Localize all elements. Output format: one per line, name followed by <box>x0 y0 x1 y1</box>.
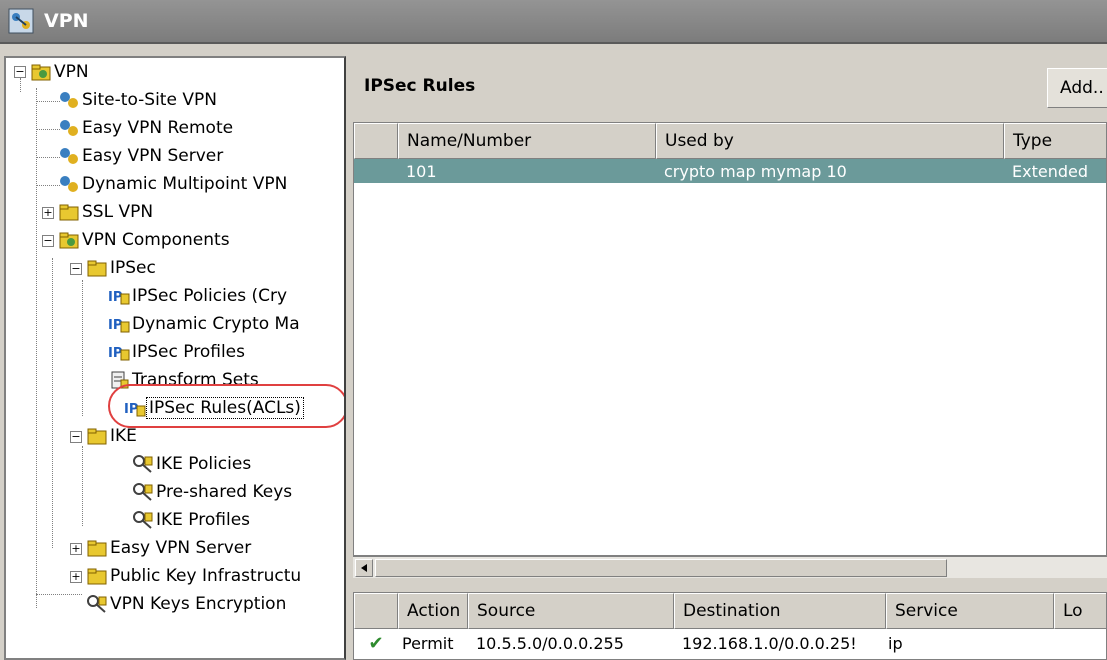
folder-icon <box>59 204 79 220</box>
tree-item-ipsec-policies[interactable]: IP IPSec Policies (Cry <box>108 282 287 309</box>
ipsec-lock-icon: IP <box>108 290 130 305</box>
vpn-window: VPN − + − − − + + VPN Site-to-Site VPN E… <box>0 0 1107 660</box>
transform-set-icon <box>111 371 129 388</box>
cell-used-by: crypto map mymap 10 <box>664 161 847 181</box>
cell-type: Extended <box>1012 161 1088 181</box>
row-indicator-header <box>354 593 398 629</box>
column-header-source[interactable]: Source <box>468 593 674 629</box>
tree-item-easy-vpn-remote[interactable]: Easy VPN Remote <box>58 114 233 141</box>
tree-item-ipsec-profiles[interactable]: IP IPSec Profiles <box>108 338 245 365</box>
tree-item-dynamic-crypto-maps[interactable]: IP Dynamic Crypto Ma <box>108 310 300 337</box>
horizontal-scrollbar[interactable] <box>353 556 1107 578</box>
column-header-name-number[interactable]: Name/Number <box>398 123 656 159</box>
scroll-left-arrow-icon[interactable] <box>355 559 373 577</box>
svg-text:IP: IP <box>108 318 122 333</box>
entries-table-header: Action Source Destination Service Lo <box>354 593 1106 629</box>
table-row[interactable]: 101 crypto map mymap 10 Extended <box>354 159 1106 183</box>
collapse-vpn-toggle[interactable]: − <box>14 66 26 78</box>
tree-item-transform-sets[interactable]: Transform Sets <box>108 366 259 393</box>
expand-pki-toggle[interactable]: + <box>70 571 82 583</box>
column-header-destination[interactable]: Destination <box>674 593 886 629</box>
vpn-network-icon <box>60 91 78 108</box>
tree-item-dynamic-multipoint-vpn[interactable]: Dynamic Multipoint VPN <box>58 170 287 197</box>
row-indicator <box>354 159 398 183</box>
folder-icon <box>87 428 107 444</box>
tree-item-ipsec[interactable]: IPSec <box>86 254 156 281</box>
tree-item-vpn[interactable]: VPN <box>30 58 89 85</box>
vpn-network-icon <box>60 147 78 164</box>
tree-item-site-to-site-vpn[interactable]: Site-to-Site VPN <box>58 86 217 113</box>
rules-table-header: Name/Number Used by Type <box>354 123 1106 159</box>
key-icon <box>133 454 153 473</box>
collapse-ipsec-toggle[interactable]: − <box>70 263 82 275</box>
collapse-ike-toggle[interactable]: − <box>70 431 82 443</box>
vpn-network-icon <box>60 175 78 192</box>
folder-icon <box>87 260 107 276</box>
permit-check-cell: ✔ <box>354 631 398 655</box>
column-header-used-by[interactable]: Used by <box>656 123 1004 159</box>
ipsec-lock-icon: IP <box>108 346 130 361</box>
key-icon <box>87 594 107 613</box>
table-row[interactable]: ✔ Permit 10.5.5.0/0.0.0.255 192.168.1.0/… <box>354 631 1106 655</box>
window-title: VPN <box>44 10 89 32</box>
key-icon <box>133 482 153 501</box>
check-icon: ✔ <box>368 632 384 654</box>
column-header-action[interactable]: Action <box>398 593 468 629</box>
title-bar: VPN <box>0 0 1107 44</box>
tree-item-ike-profiles[interactable]: IKE Profiles <box>132 506 250 533</box>
add-button[interactable]: Add.. <box>1047 68 1107 108</box>
svg-text:IP: IP <box>108 346 122 361</box>
vpn-network-icon <box>8 8 34 34</box>
cell-destination: 192.168.1.0/0.0.0.25! <box>682 633 857 653</box>
folder-icon <box>87 568 107 584</box>
cell-action: Permit <box>402 633 454 653</box>
ipsec-lock-icon: IP <box>108 318 130 333</box>
ipsec-lock-icon: IP <box>124 402 146 417</box>
folder-icon <box>59 232 79 248</box>
key-icon <box>133 510 153 529</box>
tree-item-easy-vpn-server-components[interactable]: Easy VPN Server <box>86 534 251 561</box>
column-header-log[interactable]: Lo <box>1054 593 1106 629</box>
expand-easy-vpn-server-toggle[interactable]: + <box>70 543 82 555</box>
tree-item-pre-shared-keys[interactable]: Pre-shared Keys <box>132 478 292 505</box>
tree-item-ike[interactable]: IKE <box>86 422 137 449</box>
rules-table[interactable]: Name/Number Used by Type 101 crypto map … <box>353 122 1107 556</box>
cell-source: 10.5.5.0/0.0.0.255 <box>476 633 624 653</box>
folder-icon <box>87 540 107 556</box>
tree-item-ipsec-rules[interactable]: IP IPSec Rules(ACLs) <box>124 394 304 421</box>
vpn-network-icon <box>60 119 78 136</box>
tree-item-vpn-components[interactable]: VPN Components <box>58 226 230 253</box>
rule-entries-table[interactable]: Action Source Destination Service Lo ✔ P… <box>353 592 1107 660</box>
svg-text:IP: IP <box>108 290 122 305</box>
tree-item-public-key-infrastructure[interactable]: Public Key Infrastructu <box>86 562 301 589</box>
tree-item-ssl-vpn[interactable]: SSL VPN <box>58 198 153 225</box>
panel-title: IPSec Rules <box>364 76 476 96</box>
expand-ssl-vpn-toggle[interactable]: + <box>42 207 54 219</box>
cell-name-number: 101 <box>406 161 437 181</box>
row-indicator-header <box>354 123 398 159</box>
ipsec-rules-panel: IPSec Rules Add.. Name/Number Used by Ty… <box>350 56 1107 660</box>
tree-item-easy-vpn-server[interactable]: Easy VPN Server <box>58 142 223 169</box>
folder-icon <box>31 64 51 80</box>
tree-item-ike-policies[interactable]: IKE Policies <box>132 450 251 477</box>
scroll-thumb[interactable] <box>375 559 947 577</box>
column-header-service[interactable]: Service <box>886 593 1054 629</box>
tree-item-vpn-keys-encryption[interactable]: VPN Keys Encryption <box>86 590 286 617</box>
navigation-tree[interactable]: − + − − − + + VPN Site-to-Site VPN Easy … <box>4 56 346 660</box>
collapse-vpn-components-toggle[interactable]: − <box>42 235 54 247</box>
svg-text:IP: IP <box>124 402 138 417</box>
cell-service: ip <box>888 633 903 653</box>
column-header-type[interactable]: Type <box>1004 123 1106 159</box>
